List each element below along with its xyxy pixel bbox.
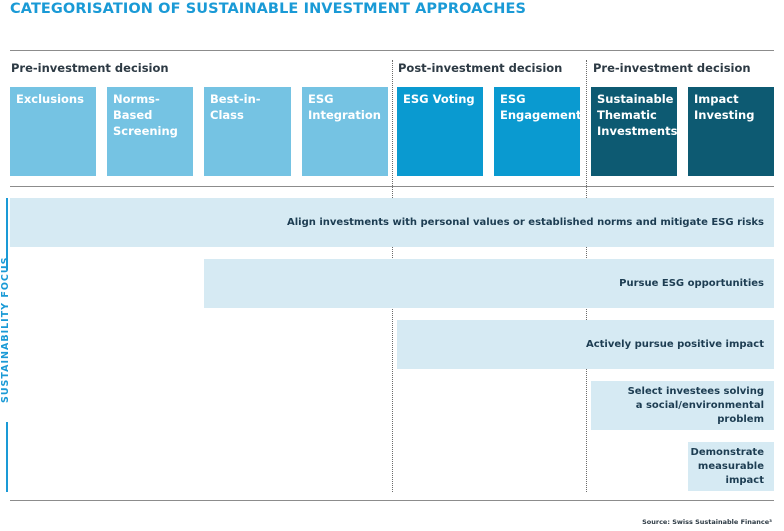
approach-impact-investing: Impact Investing: [688, 87, 774, 176]
focus-band-select-investees: Select investees solving a social/enviro…: [591, 381, 774, 430]
focus-band-measurable-impact: Demonstrate measurable impact: [688, 442, 774, 491]
phase-header-pre: Pre-investment decision: [11, 61, 169, 75]
source-note: Source: Swiss Sustainable Finance³: [642, 518, 772, 526]
focus-band-esg-opportunities: Pursue ESG opportunities: [204, 259, 774, 308]
approach-best-in-class: Best-in-Class: [204, 87, 291, 176]
approach-exclusions: Exclusions: [10, 87, 96, 176]
top-divider: [10, 50, 774, 51]
approach-esg-voting: ESG Voting: [397, 87, 483, 176]
sustainability-focus-label: SUSTAINABILITY FOCUS: [0, 256, 11, 403]
focus-axis-line-bottom: [6, 422, 8, 492]
approach-norms-based-screening: Norms-Based Screening: [107, 87, 193, 176]
diagram-title: CATEGORISATION OF SUSTAINABLE INVESTMENT…: [10, 1, 527, 17]
phase-header-post: Post-investment decision: [398, 61, 563, 75]
approach-esg-engagement: ESG Engagement: [494, 87, 582, 176]
focus-band-positive-impact: Actively pursue positive impact: [397, 320, 774, 369]
phase-header-pre-2: Pre-investment decision: [593, 61, 751, 75]
approach-esg-integration: ESG Integration: [302, 87, 388, 176]
bottom-divider: [10, 500, 774, 501]
approach-sustainable-thematic-investments: Sustainable Thematic Investments: [591, 87, 677, 176]
focus-band-align-values: Align investments with personal values o…: [10, 198, 774, 247]
